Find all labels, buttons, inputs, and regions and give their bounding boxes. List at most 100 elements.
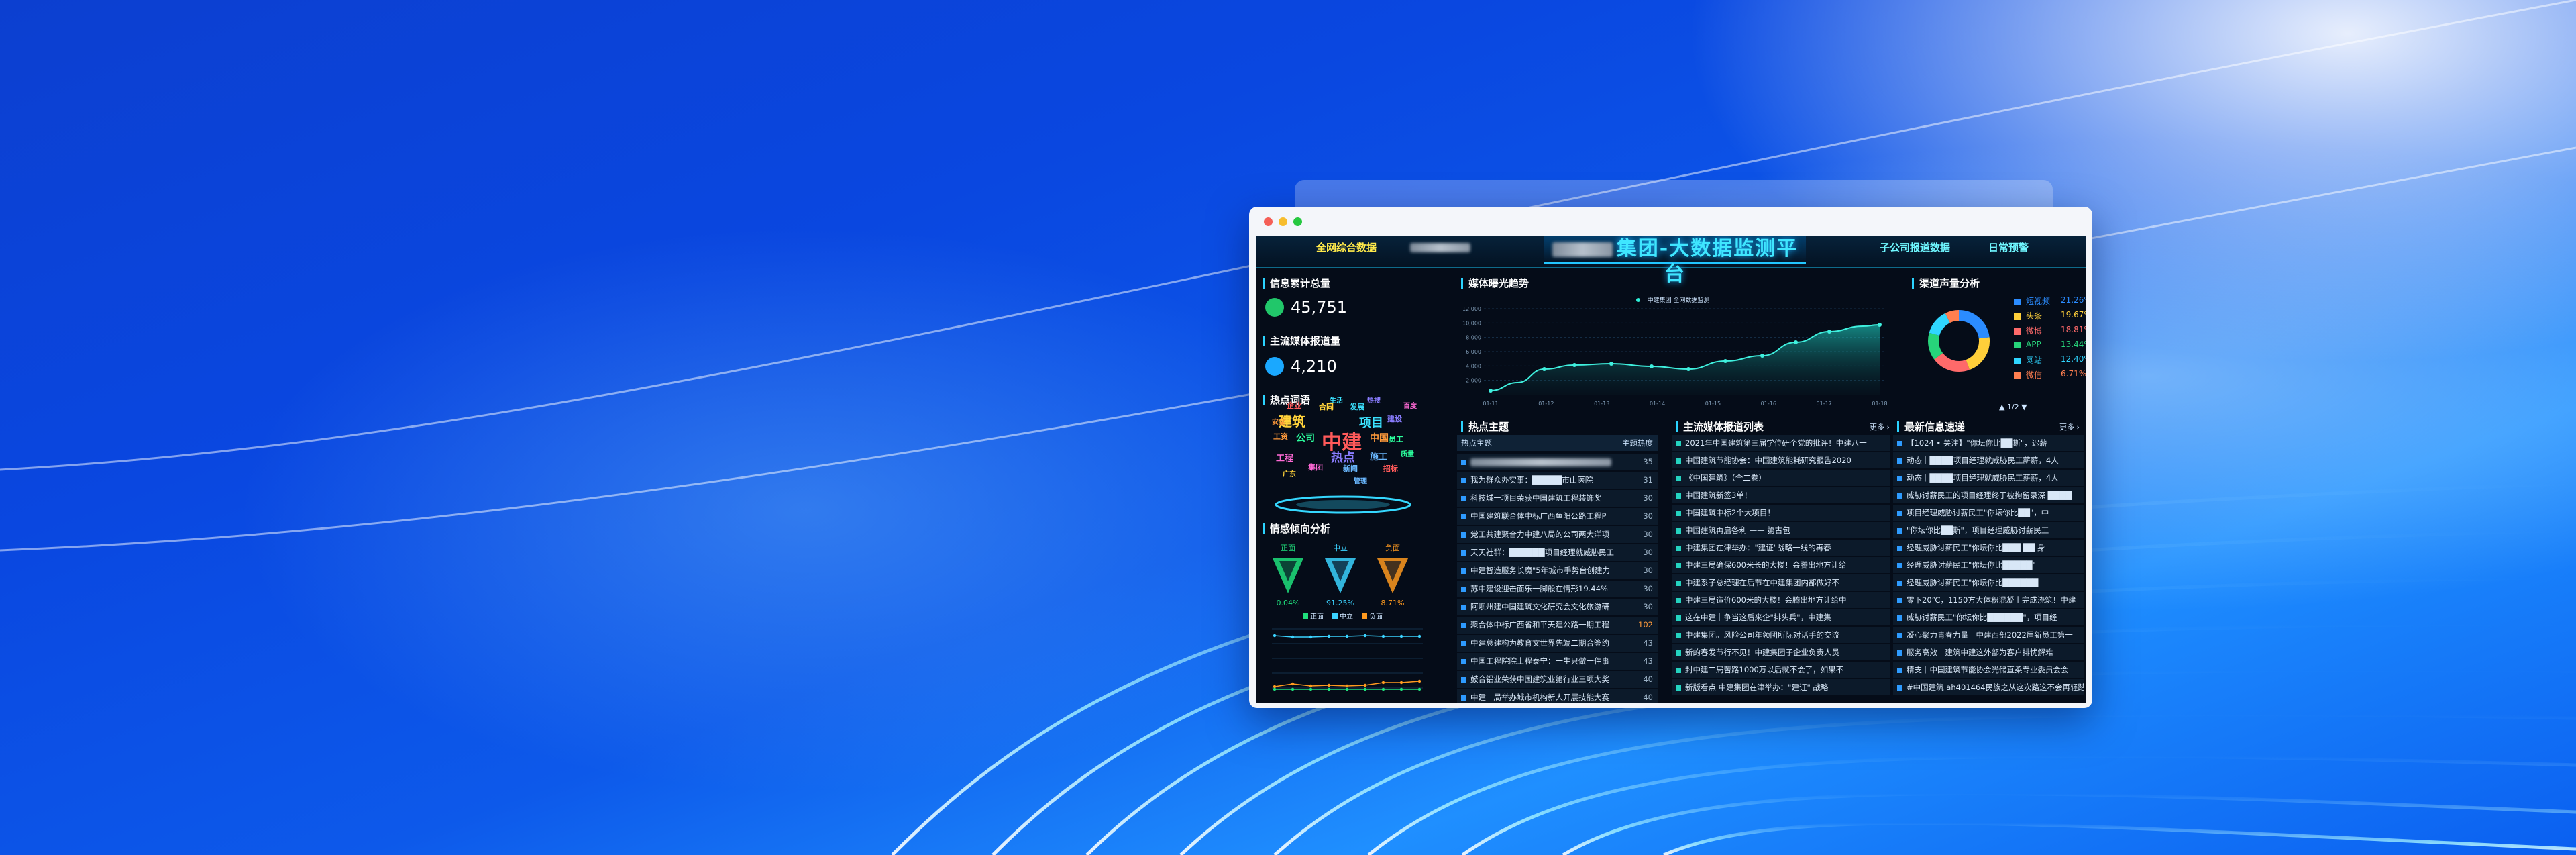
media-list-row[interactable]: 新版看点 中建集团在津举办："建证" 战略一	[1672, 679, 1890, 695]
hot-topic-text: 我为群众办实事：█████市山医院	[1470, 475, 1593, 485]
latest-news-list: 【1024 • 关注】"你坛你比██斯"，迟薪动态｜████项目经理就威胁民工薪…	[1893, 435, 2084, 697]
blurred-title-prefix	[1552, 242, 1613, 257]
hotword[interactable]: 工资	[1273, 431, 1288, 442]
tab-subsidiary-data[interactable]: 子公司报道数据	[1880, 240, 1950, 255]
hot-topic-row[interactable]: 中国工程院院士程泰宁：一生只做一件事 43	[1457, 653, 1658, 670]
sentiment-line-chart	[1272, 628, 1423, 691]
hot-topic-row[interactable]: 聚合体中标广西省和平天建公路一期工程 102	[1457, 617, 1658, 634]
hot-topic-row[interactable]: 党工共建聚合力中建八局的公司两大洋项 30	[1457, 526, 1658, 543]
row-marker	[1676, 615, 1681, 621]
latest-news-row[interactable]: 凝心聚力青春力量｜中建西部2022届新员工第一	[1893, 627, 2084, 643]
channel-value: 13.44%	[2061, 340, 2086, 349]
media-list-row[interactable]: 这在中建｜争当这后来企"排头兵"，中建集	[1672, 609, 1890, 625]
hotword[interactable]: 企业	[1287, 400, 1301, 411]
hotword[interactable]: 中国	[1370, 431, 1389, 444]
channel-swatch	[2014, 372, 2021, 379]
media-list-row[interactable]: 中建集团在津举办："建证"战略一线的再春	[1672, 540, 1890, 556]
channel-pager[interactable]: ▲ 1/2 ▼	[1999, 403, 2027, 411]
media-list-more-link[interactable]: 更多 ›	[1870, 421, 1890, 432]
hotword[interactable]: 建设	[1387, 413, 1402, 424]
media-list-row[interactable]: 中国建筑节能协会：中国建筑能耗研究报告2020	[1672, 452, 1890, 468]
hotword[interactable]: 招标	[1383, 463, 1398, 474]
media-list-row[interactable]: 中建三局造价600米的大楼！会腾出地方让给中	[1672, 592, 1890, 608]
hotword[interactable]: 生活	[1330, 395, 1343, 405]
media-list-row[interactable]: 中国建筑新签3单！	[1672, 487, 1890, 503]
hotword[interactable]: 员工	[1389, 434, 1403, 444]
latest-news-row[interactable]: 经理威胁讨薪民工"你坛你比█████"	[1893, 557, 2084, 573]
media-list-row[interactable]: 封中建二局苦路1000万以后就不会了，如果不	[1672, 662, 1890, 678]
hotword[interactable]: 安全	[1272, 416, 1285, 426]
latest-news-row[interactable]: 动态｜████项目经理就威胁民工薪薪，4人	[1893, 452, 2084, 468]
hotword[interactable]: 热搜	[1367, 395, 1381, 405]
latest-news-row[interactable]: #中国建筑 ah401464民族之从这次路这不会再轻踏	[1893, 679, 2084, 695]
hotword[interactable]: 新闻	[1343, 463, 1358, 474]
latest-news-more-link[interactable]: 更多 ›	[2059, 421, 2080, 432]
hot-topic-text: 中国建筑联合体中标广西鱼阳公路工程P	[1470, 511, 1607, 521]
media-list-text: 封中建二局苦路1000万以后就不会了，如果不	[1685, 665, 1844, 674]
tab-daily-warning[interactable]: 日常预警	[1988, 240, 2029, 255]
hot-topic-row[interactable]: 我为群众办实事：█████市山医院 31	[1457, 472, 1658, 489]
row-marker	[1676, 581, 1681, 586]
app-window: 全网综合数据 集团-大数据监测平台 子公司报道数据 日常预警 信息累计总量 45…	[1249, 207, 2092, 708]
hot-topic-heat: 43	[1643, 656, 1653, 666]
row-marker	[1676, 511, 1681, 516]
hotword[interactable]: 项目	[1359, 413, 1383, 431]
latest-news-row[interactable]: 服务高效｜建筑中建这外部为客户排忧解难	[1893, 644, 2084, 660]
latest-news-row[interactable]: 经理威胁讨薪民工"你坛你比██████	[1893, 574, 2084, 591]
hot-topic-row[interactable]: 苏中建设迎击面乐一脚般在情形19.44% 30	[1457, 581, 1658, 597]
hotword[interactable]: 质量	[1401, 448, 1414, 458]
media-list-row[interactable]: 中建三局确保600米长的大楼！会腾出地方让给	[1672, 557, 1890, 573]
latest-news-row[interactable]: 威胁讨薪民工的项目经理终于被拘留录深 ████	[1893, 487, 2084, 503]
hotword[interactable]: 广东	[1283, 468, 1296, 479]
latest-news-text: 【1024 • 关注】"你坛你比██斯"，迟薪	[1907, 438, 2047, 448]
latest-news-row[interactable]: 威胁讨薪民工"你坛你比██████"，项目经	[1893, 609, 2084, 625]
hot-topic-heat: 30	[1643, 602, 1653, 611]
hot-topic-row[interactable]: 中建智造服务长魔"5年城市手势台创建力 30	[1457, 562, 1658, 579]
hotword[interactable]: 发展	[1350, 401, 1364, 412]
latest-news-text: "你坛你比██斯"，项目经理威胁讨薪民工	[1907, 525, 2049, 535]
hot-topic-row[interactable]: 鼓合铝业荣获中国建筑业第行业三项大奖 40	[1457, 671, 1658, 688]
hot-topic-row[interactable]: 中建一局举办城市机构新人开展技能大赛 40	[1457, 689, 1658, 703]
media-list-row[interactable]: 2021年中国建筑第三届学位研个党的批评！中建八一	[1672, 435, 1890, 451]
maximize-window-button[interactable]	[1293, 217, 1302, 226]
latest-news-row[interactable]: 动态｜████项目经理就威胁民工薪薪，4人	[1893, 470, 2084, 486]
trend-y-tick: 8,000	[1466, 335, 1481, 341]
hotword[interactable]: 施工	[1370, 450, 1387, 462]
minimize-window-button[interactable]	[1279, 217, 1287, 226]
media-list-row[interactable]: 中建集团。风险公司年领团所际对话手的交流	[1672, 627, 1890, 643]
page-title-text: 集团-大数据监测平台	[1616, 237, 1799, 286]
media-list-text: 新的春发节行不见！中建集团子企业负责人员	[1685, 648, 1839, 657]
hot-topic-row[interactable]: 天天社群：██████项目经理就威胁民工 30	[1457, 544, 1658, 561]
latest-news-text: 精支｜中国建筑节能协会光储直柔专业委员会会	[1907, 665, 2069, 674]
tab-overall-data[interactable]: 全网综合数据	[1316, 240, 1377, 255]
hotword[interactable]: 管理	[1354, 475, 1367, 485]
media-list-row[interactable]: 中国建筑中标2个大项目！	[1672, 505, 1890, 521]
row-marker	[1461, 568, 1466, 574]
hotword[interactable]: 百度	[1403, 400, 1417, 410]
close-window-button[interactable]	[1264, 217, 1273, 226]
media-list-row[interactable]: 中国建筑再启各利 —— 第古包	[1672, 522, 1890, 538]
hotword[interactable]: 集团	[1308, 462, 1323, 472]
latest-news-row[interactable]: "你坛你比██斯"，项目经理威胁讨薪民工	[1893, 522, 2084, 538]
latest-news-row[interactable]: 精支｜中国建筑节能协会光储直柔专业委员会会	[1893, 662, 2084, 678]
sentiment-funnel-icon	[1325, 558, 1356, 593]
media-list-row[interactable]: 《中国建筑》（全二卷）	[1672, 470, 1890, 486]
media-list-row[interactable]: 中建系子总经理在后节在中建集团内部做好不	[1672, 574, 1890, 591]
row-marker	[1461, 514, 1466, 519]
hot-topic-row[interactable]: 中建总建构为教育文世界先端二期合签约 43	[1457, 635, 1658, 652]
hot-topic-text: 聚合体中标广西省和平天建公路一期工程	[1470, 620, 1609, 630]
latest-news-row[interactable]: 经理威胁讨薪民工"你坛你比███ ██ 身	[1893, 540, 2084, 556]
hotword[interactable]: 公司	[1296, 431, 1315, 444]
latest-news-row[interactable]: 零下20℃，1150方大体积混凝土完成浇筑！中建	[1893, 592, 2084, 608]
hot-topic-row[interactable]: 中国建筑联合体中标广西鱼阳公路工程P 30	[1457, 508, 1658, 525]
row-marker	[1461, 550, 1466, 556]
hot-topic-row[interactable]: 阿坝州建中国建筑文化研究会文化旅游研 30	[1457, 599, 1658, 615]
hot-topic-row[interactable]: 科技城一项目荣获中国建筑工程装饰奖 30	[1457, 490, 1658, 507]
row-marker	[1897, 615, 1902, 621]
hotword[interactable]: 工程	[1276, 451, 1293, 464]
row-marker	[1461, 659, 1466, 664]
hot-topic-row[interactable]: 35	[1457, 454, 1658, 470]
latest-news-row[interactable]: 项目经理威胁讨薪民工"你坛你比██"，中	[1893, 505, 2084, 521]
media-list-row[interactable]: 新的春发节行不见！中建集团子企业负责人员	[1672, 644, 1890, 660]
latest-news-row[interactable]: 【1024 • 关注】"你坛你比██斯"，迟薪	[1893, 435, 2084, 451]
